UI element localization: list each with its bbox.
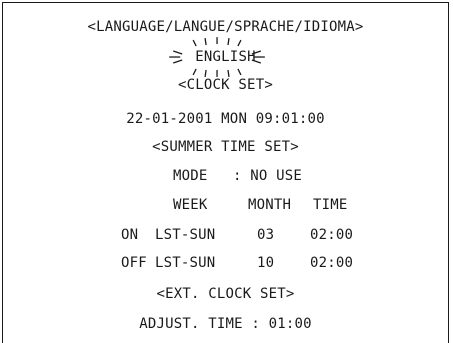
mode-label: MODE	[173, 168, 208, 184]
clock-datetime: 22-01-2001 MON 09:01:00	[126, 111, 325, 127]
row-off-month: 10	[257, 255, 275, 271]
row-on-week: LST-SUN	[155, 227, 216, 243]
header-time: TIME	[313, 197, 348, 213]
row-off-week: LST-SUN	[155, 255, 216, 271]
row-off-label: OFF	[121, 255, 147, 271]
summer-time-heading: <SUMMER TIME SET>	[152, 139, 299, 155]
adjust-time: ADJUST. TIME : 01:00	[139, 316, 312, 332]
row-off-time: 02:00	[310, 255, 354, 271]
language-value[interactable]: ENGLISH	[3, 49, 448, 65]
language-heading: <LANGUAGE/LANGUE/SPRACHE/IDIOMA>	[87, 19, 364, 35]
header-week: WEEK	[173, 197, 208, 213]
row-on-month: 03	[257, 227, 275, 243]
osd-menu-screen: <LANGUAGE/LANGUE/SPRACHE/IDIOMA> ENGLISH…	[2, 2, 449, 343]
mode-value: : NO USE	[233, 168, 303, 184]
ext-clock-heading: <EXT. CLOCK SET>	[156, 286, 295, 302]
row-on-label: ON	[121, 227, 139, 243]
header-month: MONTH	[248, 197, 292, 213]
row-on-time: 02:00	[310, 227, 354, 243]
clock-set-heading[interactable]: <CLOCK SET>	[3, 77, 448, 93]
